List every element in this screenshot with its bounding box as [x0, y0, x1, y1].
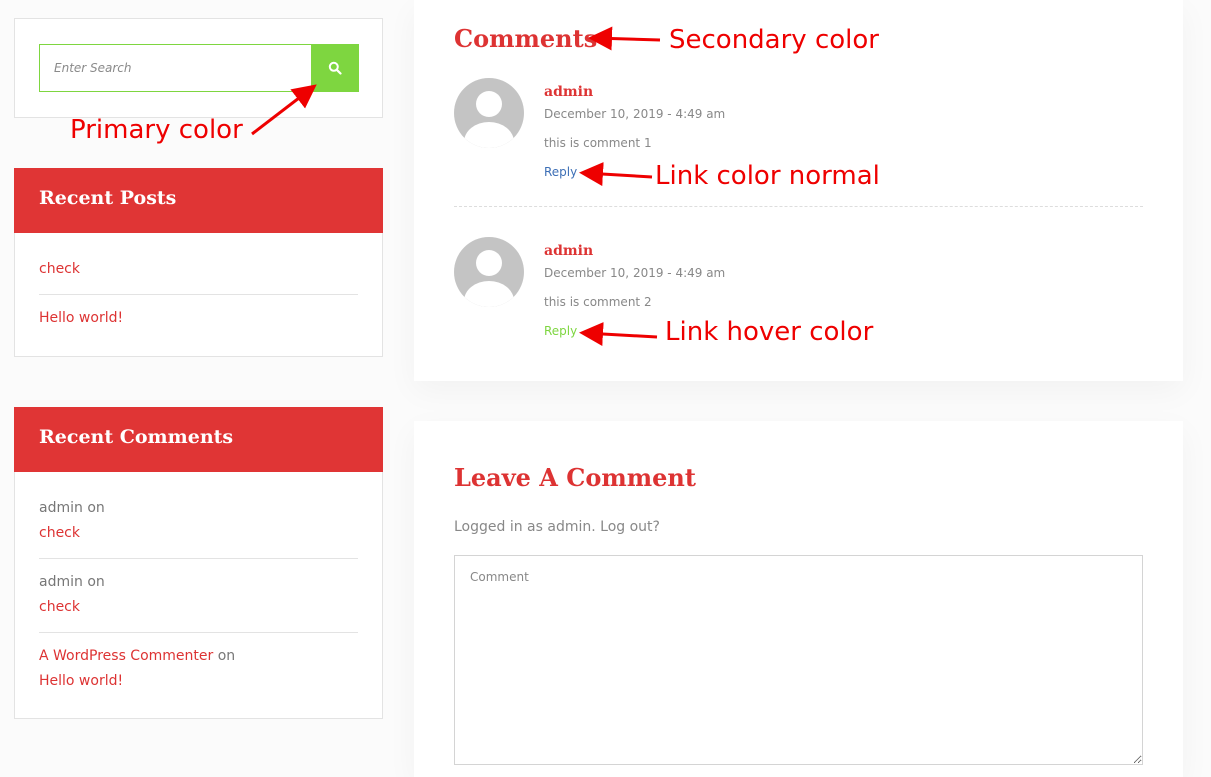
- arrow-link-hover: [579, 322, 658, 346]
- arrow-secondary: [588, 26, 661, 51]
- annotation-link-hover-color: Link hover color: [665, 317, 874, 347]
- annotation-link-color-normal: Link color normal: [655, 161, 880, 191]
- annotation-primary-color: Primary color: [70, 115, 243, 145]
- arrow-link-normal: [579, 162, 653, 187]
- annotation-secondary-color: Secondary color: [669, 25, 879, 55]
- arrow-primary: [251, 84, 317, 136]
